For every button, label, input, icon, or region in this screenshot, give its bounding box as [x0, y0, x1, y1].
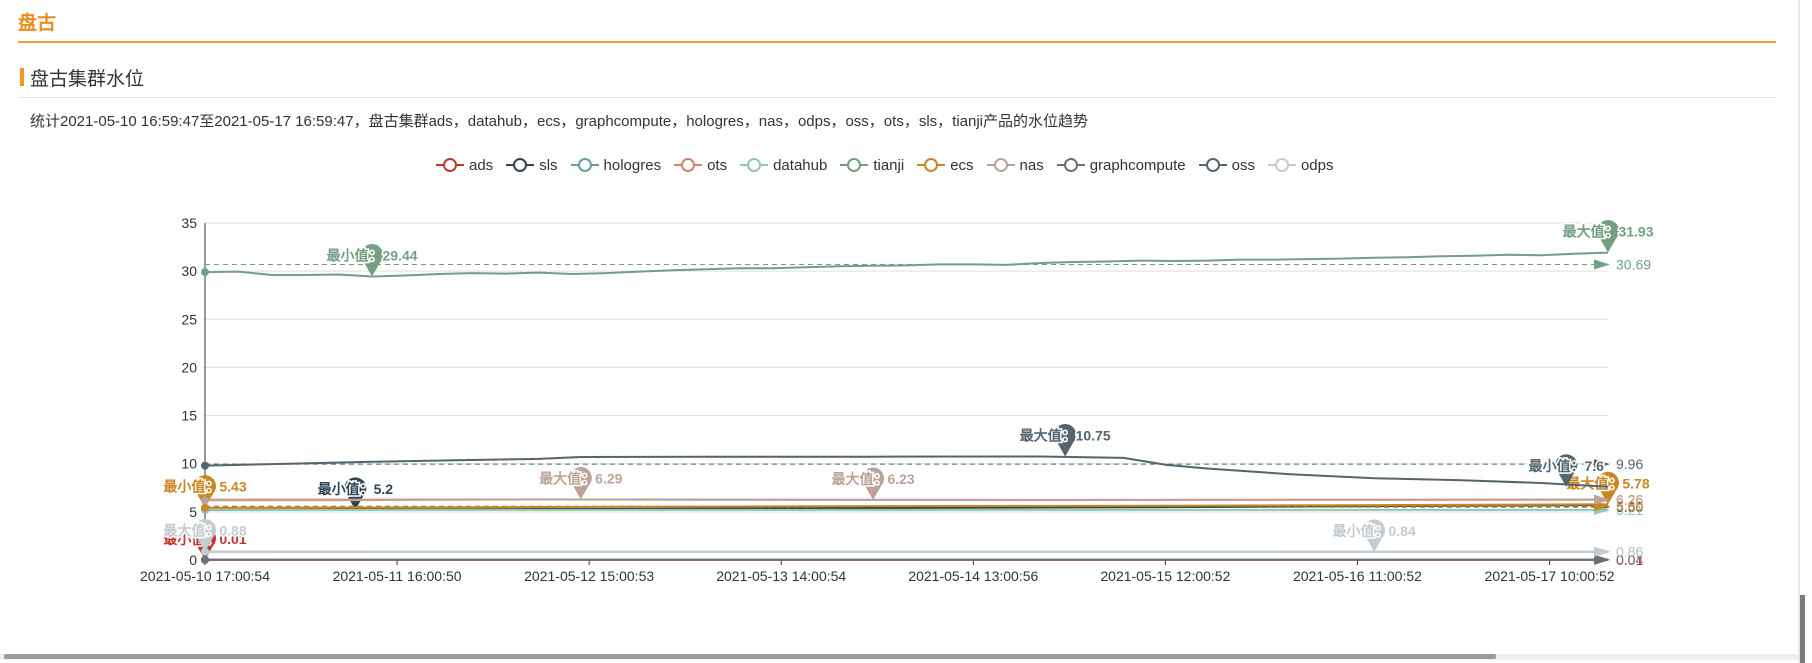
- markpoint-label-ecs: 最小值：5.43: [163, 479, 246, 495]
- markpoint-label-tianji: 最大值：31.93: [1562, 224, 1653, 240]
- y-tick-label: 35: [181, 215, 197, 231]
- avg-label-oss: 9.96: [1616, 456, 1643, 472]
- y-tick-label: 0: [189, 552, 197, 568]
- avg-label-nas: 6.25: [1616, 492, 1643, 508]
- y-tick-label: 20: [181, 359, 197, 375]
- series-ads: 0.01最小值：0.01: [162, 527, 1643, 568]
- markpoint-label-ecs: 最大值：5.78: [1566, 475, 1649, 491]
- x-tick-label: 2021-05-14 13:00:56: [908, 568, 1038, 584]
- y-tick-label: 10: [181, 456, 197, 472]
- horizontal-scrollbar-thumb[interactable]: [4, 654, 1496, 659]
- x-tick-label: 2021-05-12 15:00:53: [524, 568, 654, 584]
- series-oss: 9.96 最小值：7.6 最大值：10.75: [201, 423, 1643, 488]
- page: 盘古 盘古集群水位 统计2021-05-10 16:59:47至2021-05-…: [0, 0, 1812, 663]
- markpoint-label-sls: 最小值：5.2: [318, 481, 394, 497]
- y-tick-label: 15: [181, 408, 197, 424]
- x-tick-label: 2021-05-15 12:00:52: [1100, 568, 1230, 584]
- series-tianji: 30.69 最小值：29.44 最大值：31.93: [201, 220, 1655, 278]
- markpoint-label-odps: 最小值：0.84: [1333, 523, 1416, 539]
- avg-arrow-graphcompute: [1594, 554, 1610, 565]
- series-nas: 6.25 最大值：6.29 最大值：6.23: [201, 466, 1643, 508]
- series-graphcompute: 0.04: [201, 552, 1643, 568]
- series-point-tianji: [201, 268, 209, 277]
- avg-arrow-odps: [1594, 546, 1610, 557]
- x-tick-label: 2021-05-13 14:00:54: [716, 568, 846, 584]
- avg-label-tianji: 30.69: [1616, 256, 1651, 272]
- markpoint-label-oss: 最大值：10.75: [1020, 427, 1111, 443]
- y-tick-label: 25: [181, 311, 197, 327]
- y-tick-label: 5: [189, 504, 197, 520]
- right-border: [1798, 0, 1800, 663]
- x-tick-label: 2021-05-11 16:00:50: [333, 568, 462, 584]
- markpoint-label-nas: 最大值：6.23: [831, 471, 914, 487]
- avg-arrow-tianji: [1594, 259, 1610, 270]
- avg-label-odps: 0.86: [1616, 544, 1643, 560]
- markpoint-label-nas: 最大值：6.29: [539, 470, 622, 486]
- series-point-oss: [201, 461, 209, 470]
- markpoint-label-odps: 最大值：0.88: [163, 523, 246, 539]
- line-chart: 0 5 10 15 20 25 30 35 2021-05-10 17:00:54 2021-05…: [140, 215, 1655, 584]
- x-tick-label: 2021-05-16 11:00:52: [1293, 568, 1422, 584]
- x-tick-label: 2021-05-10 17:00:54: [140, 568, 270, 584]
- markpoint-label-tianji: 最小值：29.44: [327, 248, 418, 264]
- vertical-scrollbar[interactable]: [1800, 595, 1805, 663]
- y-tick-label: 30: [181, 263, 197, 279]
- markpoint-label-oss: 最小值：7.6: [1529, 458, 1605, 474]
- series-odps: 0.86 最小值：0.84 最大值：0.88: [162, 518, 1643, 560]
- x-tick-label: 2021-05-17 10:00:52: [1485, 568, 1615, 584]
